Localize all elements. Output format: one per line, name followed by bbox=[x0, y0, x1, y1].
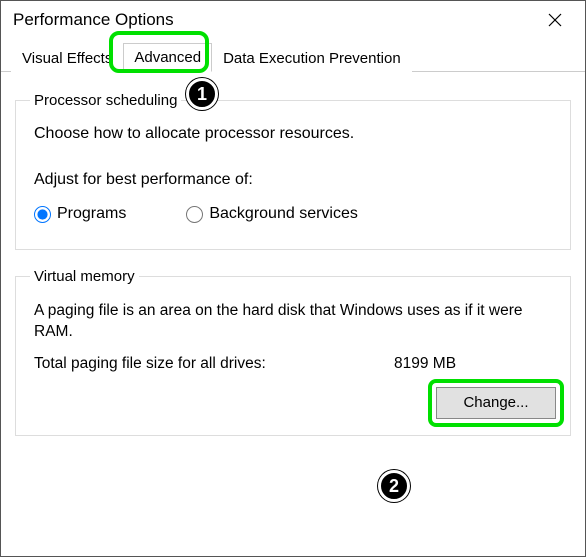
processor-subheading: Adjust for best performance of: bbox=[34, 171, 556, 189]
processor-scheduling-group: Processor scheduling Choose how to alloc… bbox=[15, 92, 571, 250]
close-icon bbox=[548, 13, 562, 27]
annotation-callout-2: 2 bbox=[378, 470, 410, 502]
change-button-row: Change... bbox=[30, 387, 556, 419]
radio-background-label: Background services bbox=[209, 205, 358, 223]
processor-scheduling-legend: Processor scheduling bbox=[30, 92, 181, 109]
radio-group-performance: Programs Background services bbox=[34, 205, 556, 223]
tabstrip: Visual Effects Advanced Data Execution P… bbox=[1, 39, 585, 72]
virtual-memory-total-value: 8199 MB bbox=[394, 355, 456, 373]
virtual-memory-total-label: Total paging file size for all drives: bbox=[34, 355, 394, 373]
virtual-memory-group: Virtual memory A paging file is an area … bbox=[15, 268, 571, 436]
virtual-memory-description: A paging file is an area on the hard dis… bbox=[34, 301, 556, 343]
change-button[interactable]: Change... bbox=[436, 387, 556, 419]
window-title: Performance Options bbox=[13, 10, 174, 30]
radio-programs[interactable]: Programs bbox=[34, 205, 126, 223]
tab-content-advanced: Processor scheduling Choose how to alloc… bbox=[1, 72, 585, 466]
performance-options-window: Performance Options Visual Effects Advan… bbox=[0, 0, 586, 557]
radio-programs-input[interactable] bbox=[34, 206, 51, 223]
close-button[interactable] bbox=[535, 5, 575, 35]
radio-programs-label: Programs bbox=[57, 205, 126, 223]
virtual-memory-total-row: Total paging file size for all drives: 8… bbox=[34, 355, 556, 373]
tab-advanced[interactable]: Advanced bbox=[123, 43, 212, 72]
radio-background-input[interactable] bbox=[186, 206, 203, 223]
tab-visual-effects[interactable]: Visual Effects bbox=[11, 44, 123, 72]
radio-background[interactable]: Background services bbox=[186, 205, 358, 223]
virtual-memory-legend: Virtual memory bbox=[30, 268, 139, 285]
processor-description: Choose how to allocate processor resourc… bbox=[34, 125, 556, 143]
tab-dep[interactable]: Data Execution Prevention bbox=[212, 44, 412, 72]
titlebar: Performance Options bbox=[1, 1, 585, 39]
